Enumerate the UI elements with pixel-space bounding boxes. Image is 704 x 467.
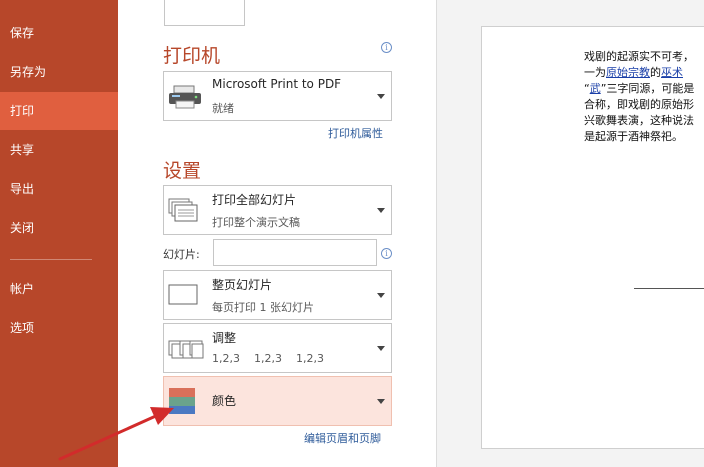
slides-label: 幻灯片: [163,248,200,261]
nav-save-as[interactable]: 另存为 [0,53,118,91]
layout-subtitle: 每页打印 1 张幻灯片 [212,301,314,314]
nav-close[interactable]: 关闭 [0,209,118,247]
printer-dropdown[interactable]: Microsoft Print to PDF 就绪 [163,71,392,121]
preview-line: 戏剧的起源实不可考， [584,50,694,63]
chevron-down-icon [377,399,385,404]
settings-section-title: 设置 [163,160,202,182]
color-swatch-icon [169,388,195,418]
chevron-down-icon [377,94,385,99]
collate-title: 调整 [212,331,237,345]
color-title: 颜色 [212,394,237,408]
preview-text: 戏剧的起源实不可考， 一为原始宗教的巫术 “武”三字同源，可能是 合称，即戏剧的… [584,49,694,145]
print-range-subtitle: 打印整个演示文稿 [212,216,300,229]
print-settings-panel: 打印机 i Microsoft Print to PDF 就绪 打印机属性 设置 [118,0,436,467]
printer-name: Microsoft Print to PDF [212,77,342,91]
slides-stack-icon [168,198,200,228]
full-page-slide-icon [168,284,200,310]
printer-section-title: 打印机 [163,45,221,67]
printer-status: 就绪 [212,102,234,115]
nav-print[interactable]: 打印 [0,92,118,130]
printer-properties-link[interactable]: 打印机属性 [328,125,383,141]
preview-line: 合称，即戏剧的原始形 [584,98,694,111]
nav-account[interactable]: 帐户 [0,270,118,308]
backstage-sidebar: 保存 另存为 打印 共享 导出 关闭 帐户 选项 [0,0,118,467]
nav-options[interactable]: 选项 [0,309,118,347]
color-dropdown[interactable]: 颜色 [163,376,392,426]
copies-input[interactable] [164,0,245,26]
chevron-down-icon [377,208,385,213]
preview-line: 是起源于酒神祭祀。 [584,130,683,143]
chevron-down-icon [377,293,385,298]
collate-dropdown[interactable]: 调整 1,2,3 1,2,3 1,2,3 [163,323,392,373]
nav-save[interactable]: 保存 [0,14,118,52]
printer-icon [168,85,202,113]
layout-dropdown[interactable]: 整页幻灯片 每页打印 1 张幻灯片 [163,270,392,320]
collate-subtitle: 1,2,3 1,2,3 1,2,3 [212,352,324,365]
preview-line: “武”三字同源，可能是 [584,82,695,95]
collated-pages-icon [168,339,204,363]
preview-rule [634,288,704,289]
printer-info-icon[interactable]: i [381,42,392,53]
print-preview-page: 戏剧的起源实不可考， 一为原始宗教的巫术 “武”三字同源，可能是 合称，即戏剧的… [481,26,704,449]
print-range-dropdown[interactable]: 打印全部幻灯片 打印整个演示文稿 [163,185,392,235]
preview-line: 一为原始宗教的巫术 [584,66,683,79]
layout-title: 整页幻灯片 [212,278,273,292]
nav-separator [10,259,92,260]
nav-export[interactable]: 导出 [0,170,118,208]
slides-info-icon[interactable]: i [381,248,392,259]
slides-input[interactable] [213,239,377,266]
print-range-title: 打印全部幻灯片 [212,193,297,207]
preview-line: 兴歌舞表演，这种说法 [584,114,694,127]
chevron-down-icon [377,346,385,351]
edit-header-footer-link[interactable]: 编辑页眉和页脚 [304,430,381,446]
panel-divider [436,0,437,467]
nav-share[interactable]: 共享 [0,131,118,169]
